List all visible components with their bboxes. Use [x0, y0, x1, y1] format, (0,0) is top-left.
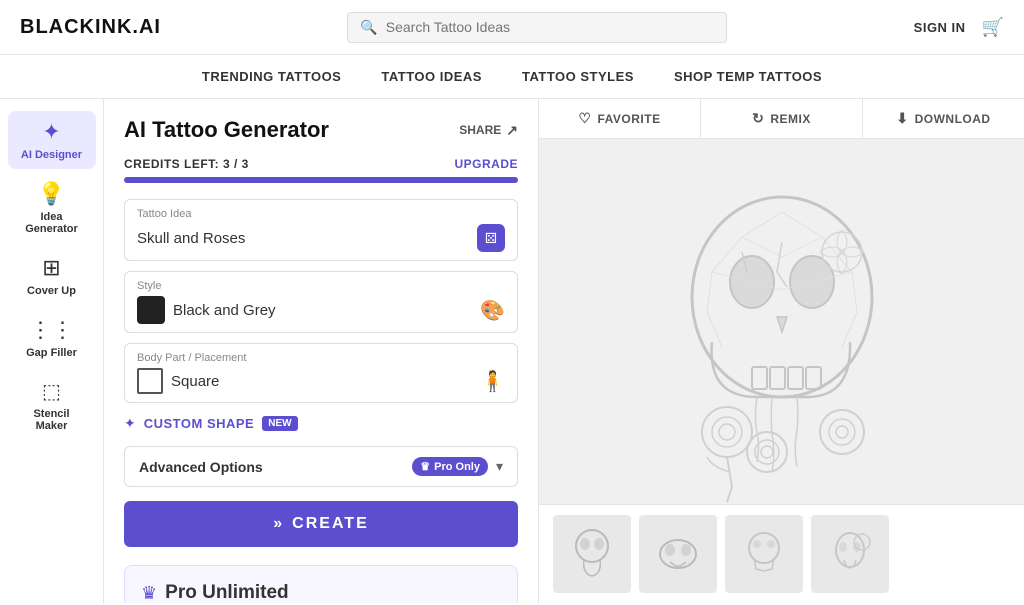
crown-icon: ♛	[420, 460, 430, 473]
style-label: Style	[137, 280, 505, 292]
heart-icon: ♡	[578, 110, 591, 127]
center-panel: AI Tattoo Generator SHARE ↗ CREDITS LEFT…	[104, 99, 539, 603]
style-content: Black and Grey 🎨	[137, 296, 505, 324]
custom-shape-star-icon: ✦	[124, 415, 136, 432]
nav-item-styles[interactable]: TATTOO STYLES	[522, 69, 634, 84]
tattoo-idea-field[interactable]: Tattoo Idea Skull and Roses ⚄	[124, 199, 518, 261]
sidebar-item-ai-designer[interactable]: ✦ AI Designer	[8, 111, 96, 169]
style-value: Black and Grey	[173, 302, 276, 319]
body-part-field[interactable]: Body Part / Placement Square 🧍	[124, 343, 518, 403]
pro-only-badge: ♛ Pro Only	[412, 457, 488, 476]
share-button[interactable]: SHARE ↗	[459, 122, 518, 139]
sidebar-label-gap-filler: Gap Filler	[26, 347, 77, 359]
sidebar-label-ai-designer: AI Designer	[21, 149, 82, 161]
create-button[interactable]: » CREATE	[124, 501, 518, 547]
sidebar: ✦ AI Designer 💡 Idea Generator ⊞ Cover U…	[0, 99, 104, 603]
dice-icon[interactable]: ⚄	[477, 224, 505, 252]
preview-area	[539, 139, 1024, 504]
page-title: AI Tattoo Generator	[124, 117, 329, 143]
nav-item-ideas[interactable]: TATTOO IDEAS	[381, 69, 482, 84]
ai-designer-icon: ✦	[42, 119, 60, 145]
remix-label: REMIX	[770, 112, 811, 126]
thumbnail-2[interactable]	[639, 515, 717, 593]
upgrade-button[interactable]: UPGRADE	[454, 157, 518, 171]
thumbnail-3[interactable]	[725, 515, 803, 593]
gap-filler-icon: ⋮⋮	[30, 317, 74, 343]
person-placement-icon[interactable]: 🧍	[480, 369, 505, 394]
sidebar-item-gap-filler[interactable]: ⋮⋮ Gap Filler	[8, 309, 96, 367]
search-input[interactable]	[386, 19, 715, 35]
nav-item-shop[interactable]: SHOP TEMP TATTOOS	[674, 69, 822, 84]
main-layout: ✦ AI Designer 💡 Idea Generator ⊞ Cover U…	[0, 99, 1024, 603]
chevron-down-icon: ▾	[496, 458, 503, 475]
pro-only-label: Pro Only	[434, 461, 480, 473]
advanced-options-right: ♛ Pro Only ▾	[412, 457, 503, 476]
sidebar-label-idea-generator: Idea Generator	[20, 211, 84, 235]
remix-button[interactable]: ↻ REMIX	[701, 99, 863, 138]
style-value-row: Black and Grey	[137, 296, 276, 324]
new-badge: NEW	[262, 416, 297, 431]
share-label: SHARE	[459, 123, 501, 137]
pro-unlimited-card: ♛ Pro Unlimited Get unlimited access to …	[124, 565, 518, 603]
advanced-options-row[interactable]: Advanced Options ♛ Pro Only ▾	[124, 446, 518, 487]
body-part-label: Body Part / Placement	[137, 352, 505, 364]
idea-generator-icon: 💡	[38, 181, 65, 207]
title-row: AI Tattoo Generator SHARE ↗	[124, 117, 518, 143]
favorite-button[interactable]: ♡ FAVORITE	[539, 99, 701, 138]
thumbnail-strip	[539, 504, 1024, 603]
credits-text: CREDITS LEFT: 3 / 3	[124, 157, 249, 171]
body-part-content: Square 🧍	[137, 368, 505, 394]
thumbnail-1[interactable]	[553, 515, 631, 593]
right-panel: ♡ FAVORITE ↻ REMIX ⬇ DOWNLOAD	[539, 99, 1024, 603]
remix-icon: ↻	[752, 110, 764, 127]
pro-title: Pro Unlimited	[165, 582, 289, 603]
square-placement-icon	[137, 368, 163, 394]
body-part-value-row: Square	[137, 368, 219, 394]
share-icon: ↗	[506, 122, 518, 139]
action-bar: ♡ FAVORITE ↻ REMIX ⬇ DOWNLOAD	[539, 99, 1024, 139]
stencil-maker-icon: ⬚	[42, 379, 61, 404]
pro-crown-icon: ♛	[141, 583, 157, 604]
sign-in-button[interactable]: SIGN IN	[914, 20, 966, 35]
sidebar-label-stencil-maker: Stencil Maker	[20, 408, 84, 432]
sidebar-label-cover-up: Cover Up	[27, 285, 76, 297]
download-button[interactable]: ⬇ DOWNLOAD	[863, 99, 1024, 138]
download-icon: ⬇	[896, 110, 908, 127]
credits-row: CREDITS LEFT: 3 / 3 UPGRADE	[124, 157, 518, 171]
style-change-icon[interactable]: 🎨	[480, 298, 505, 323]
cover-up-icon: ⊞	[42, 255, 60, 281]
progress-fill	[124, 177, 518, 183]
sidebar-item-cover-up[interactable]: ⊞ Cover Up	[8, 247, 96, 305]
header: BLACKINK.AI 🔍 SIGN IN 🛒	[0, 0, 1024, 55]
sidebar-item-stencil-maker[interactable]: ⬚ Stencil Maker	[8, 371, 96, 440]
progress-bar	[124, 177, 518, 183]
tattoo-idea-value: Skull and Roses	[137, 230, 245, 247]
tattoo-idea-content: Skull and Roses ⚄	[137, 224, 505, 252]
advanced-options-label: Advanced Options	[139, 459, 263, 475]
sidebar-item-idea-generator[interactable]: 💡 Idea Generator	[8, 173, 96, 243]
cart-icon[interactable]: 🛒	[982, 17, 1004, 38]
nav-item-trending[interactable]: TRENDING TATTOOS	[202, 69, 341, 84]
tattoo-idea-label: Tattoo Idea	[137, 208, 505, 220]
pro-title-row: ♛ Pro Unlimited	[141, 582, 501, 603]
style-field[interactable]: Style Black and Grey 🎨	[124, 271, 518, 333]
custom-shape-row[interactable]: ✦ CUSTOM SHAPE NEW	[124, 415, 518, 432]
create-icon: »	[273, 515, 284, 533]
logo[interactable]: BLACKINK.AI	[20, 16, 161, 39]
create-label: CREATE	[292, 515, 369, 533]
main-nav: TRENDING TATTOOS TATTOO IDEAS TATTOO STY…	[0, 55, 1024, 99]
thumbnail-4[interactable]	[811, 515, 889, 593]
custom-shape-label: CUSTOM SHAPE	[144, 416, 255, 431]
skull-preview-svg	[602, 142, 962, 502]
style-thumbnail	[137, 296, 165, 324]
search-icon: 🔍	[360, 19, 377, 36]
download-label: DOWNLOAD	[915, 112, 991, 126]
header-right: SIGN IN 🛒	[914, 17, 1004, 38]
body-part-value: Square	[171, 373, 219, 390]
search-bar: 🔍	[347, 12, 727, 43]
favorite-label: FAVORITE	[597, 112, 660, 126]
